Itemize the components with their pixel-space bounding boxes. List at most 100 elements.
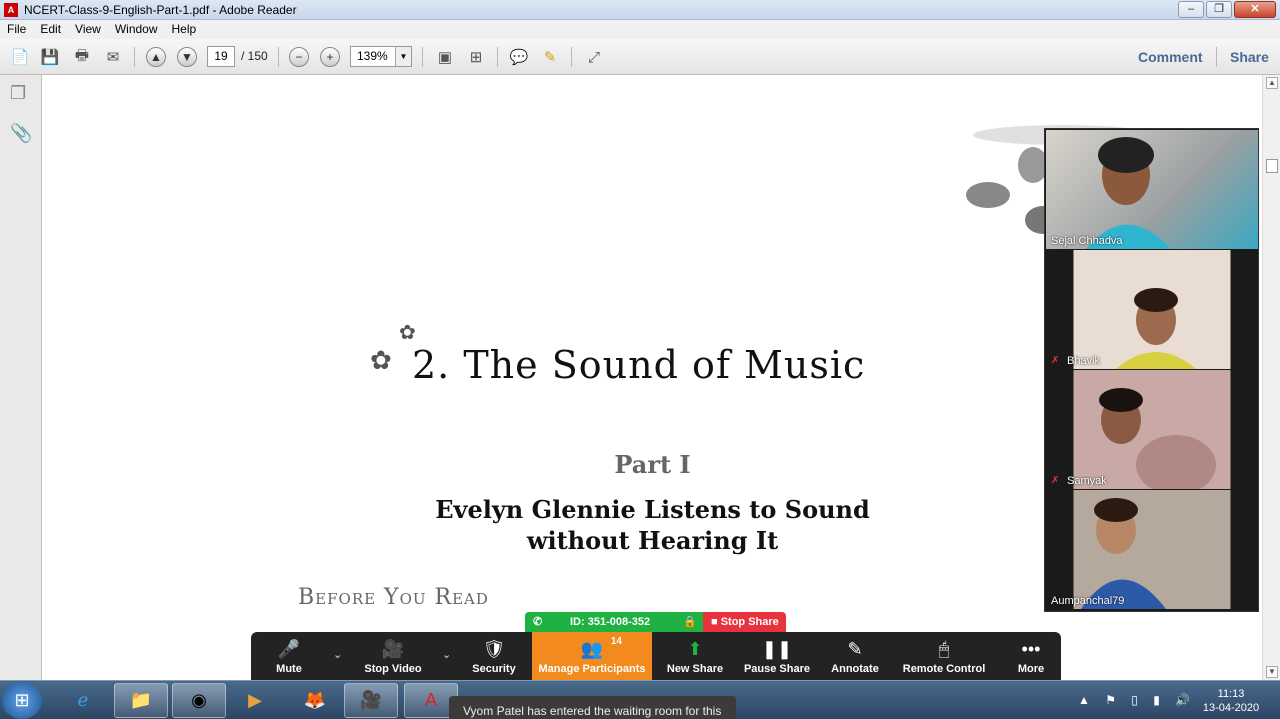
- create-pdf-icon[interactable]: 📄: [7, 45, 33, 69]
- media-player-icon[interactable]: ▶: [228, 683, 282, 718]
- system-tray[interactable]: ▲ ⚑ ▯ ▮ 🔊: [1078, 693, 1196, 707]
- new-share-button[interactable]: ⬆ New Share: [661, 632, 729, 682]
- more-button[interactable]: ••• More: [1006, 632, 1056, 682]
- print-icon[interactable]: 🖶: [69, 45, 95, 69]
- mute-button[interactable]: 🎤 Mute: [251, 632, 327, 682]
- file-explorer-icon[interactable]: 📁: [114, 683, 168, 718]
- participant-video: [1116, 288, 1196, 369]
- firefox-icon[interactable]: 🦊: [288, 683, 342, 718]
- video-tile[interactable]: ✗ Samyak: [1046, 370, 1258, 495]
- menu-window[interactable]: Window: [108, 20, 165, 36]
- pause-share-button[interactable]: ❚❚ Pause Share: [739, 632, 815, 682]
- manage-participants-label: Manage Participants: [538, 663, 646, 675]
- participant-video: [1081, 498, 1166, 609]
- adobe-reader-icon: A: [4, 3, 18, 17]
- shield-icon: 🛡: [482, 639, 506, 659]
- chevron-down-icon[interactable]: ▼: [395, 47, 411, 66]
- ellipsis-icon: •••: [1021, 639, 1041, 659]
- restore-button[interactable]: ❐: [1206, 1, 1232, 18]
- close-button[interactable]: ✕: [1234, 1, 1276, 18]
- stop-video-label: Stop Video: [364, 663, 422, 675]
- lock-icon: 🔒: [683, 616, 697, 628]
- previous-page-icon[interactable]: ▲: [143, 45, 169, 69]
- participant-name: Bhavik: [1067, 355, 1101, 367]
- window-title: NCERT-Class-9-English-Part-1.pdf - Adobe…: [24, 3, 297, 17]
- video-camera-icon: 🎥: [381, 639, 405, 659]
- mute-label: Mute: [276, 663, 302, 675]
- waiting-room-notification[interactable]: Vyom Patel has entered the waiting room …: [449, 696, 736, 719]
- highlight-icon[interactable]: ✎: [537, 45, 563, 69]
- remote-control-label: Remote Control: [902, 663, 986, 675]
- microphone-icon: 🎤: [277, 639, 301, 659]
- menu-file[interactable]: File: [0, 20, 33, 36]
- menu-edit[interactable]: Edit: [33, 20, 68, 36]
- scroll-down-icon[interactable]: ▼: [1266, 666, 1278, 678]
- chapter-title: 2. The Sound of Music: [412, 343, 866, 387]
- participant-video: [1099, 388, 1216, 495]
- pause-icon: ❚❚: [761, 639, 793, 659]
- manage-participants-button[interactable]: 👥 14 Manage Participants: [532, 632, 652, 682]
- fit-page-icon[interactable]: ▣: [432, 45, 458, 69]
- chevron-up-icon: ⌄: [442, 649, 452, 661]
- annotate-label: Annotate: [831, 663, 879, 675]
- scroll-thumb[interactable]: [1266, 159, 1278, 173]
- pencil-icon: ✎: [847, 639, 863, 659]
- email-icon[interactable]: ✉: [100, 45, 126, 69]
- meeting-id-bar[interactable]: ✆ ID: 351-008-352 🔒: [525, 612, 703, 632]
- remote-control-button[interactable]: 🖱 Remote Control: [899, 632, 989, 682]
- navigation-panel: ❐ 📎: [0, 75, 42, 680]
- clock[interactable]: 11:13 13-04-2020: [1196, 687, 1266, 715]
- zoom-in-icon[interactable]: +: [317, 45, 343, 69]
- zoom-select[interactable]: 139% ▼: [350, 46, 412, 67]
- attachments-icon[interactable]: 📎: [10, 123, 32, 144]
- muted-mic-icon: ✗: [1051, 355, 1060, 366]
- menu-view[interactable]: View: [68, 20, 108, 36]
- muted-mic-icon: ✗: [1051, 475, 1060, 486]
- date: 13-04-2020: [1202, 702, 1260, 714]
- zoom-app-icon[interactable]: 🎥: [344, 683, 398, 718]
- scroll-up-icon[interactable]: ▲: [1266, 77, 1278, 89]
- start-button[interactable]: ⊞: [2, 682, 42, 719]
- stop-share-button[interactable]: ■ Stop Share: [703, 612, 786, 632]
- participant-count-badge: 14: [610, 636, 622, 647]
- video-options-button[interactable]: ⌄: [436, 632, 458, 682]
- sticky-note-icon[interactable]: 💬: [506, 45, 532, 69]
- zoom-out-icon[interactable]: −: [286, 45, 312, 69]
- participant-name: Samyak: [1067, 475, 1107, 487]
- next-page-icon[interactable]: ▼: [174, 45, 200, 69]
- video-tile[interactable]: ✗ Bhavik: [1046, 250, 1258, 369]
- menu-help[interactable]: Help: [165, 20, 204, 36]
- new-share-label: New Share: [666, 663, 724, 675]
- pause-share-label: Pause Share: [743, 663, 811, 675]
- internet-explorer-icon[interactable]: ℯ: [56, 683, 110, 718]
- flower-ornament-icon: ✿: [399, 322, 416, 344]
- full-screen-icon[interactable]: ⤢: [581, 45, 607, 69]
- audio-options-button[interactable]: ⌄: [327, 632, 349, 682]
- stop-video-button[interactable]: 🎥 Stop Video: [353, 632, 433, 682]
- annotate-button[interactable]: ✎ Annotate: [824, 632, 886, 682]
- participant-video: [1086, 137, 1171, 249]
- share-screen-icon: ⬆: [687, 639, 703, 659]
- comment-button[interactable]: Comment: [1138, 49, 1203, 65]
- menu-bar: File Edit View Window Help: [0, 20, 1280, 39]
- video-gallery: Sejal Chhadva ✗ Bhavik ✗ Samyak Aumpanch…: [1044, 128, 1259, 612]
- save-icon[interactable]: 💾: [37, 45, 63, 69]
- participant-name: Aumpanchal79: [1051, 595, 1125, 607]
- security-button[interactable]: 🛡 Security: [463, 632, 525, 682]
- pages-icon[interactable]: ❐: [10, 83, 26, 104]
- time: 11:13: [1217, 688, 1245, 700]
- video-tile[interactable]: Sejal Chhadva: [1046, 130, 1258, 249]
- share-button[interactable]: Share: [1230, 49, 1269, 65]
- minimize-button[interactable]: –: [1178, 1, 1204, 18]
- zoom-control-bar: 🎤 Mute ⌄ 🎥 Stop Video ⌄ 🛡 Security 👥 14 Manag…: [251, 632, 1061, 682]
- flower-ornament-icon: ✿: [370, 345, 392, 375]
- fit-width-icon[interactable]: ⊞: [463, 45, 489, 69]
- chrome-icon[interactable]: ◉: [172, 683, 226, 718]
- participants-icon: 👥: [580, 639, 604, 659]
- security-label: Security: [472, 663, 516, 675]
- page-number-input[interactable]: 19: [207, 46, 235, 67]
- video-tile[interactable]: Aumpanchal79: [1046, 490, 1258, 609]
- mouse-icon: 🖱: [938, 639, 950, 659]
- window-title-bar: A NCERT-Class-9-English-Part-1.pdf - Ado…: [0, 0, 1280, 20]
- vertical-scrollbar[interactable]: ▲ ▼: [1262, 75, 1280, 680]
